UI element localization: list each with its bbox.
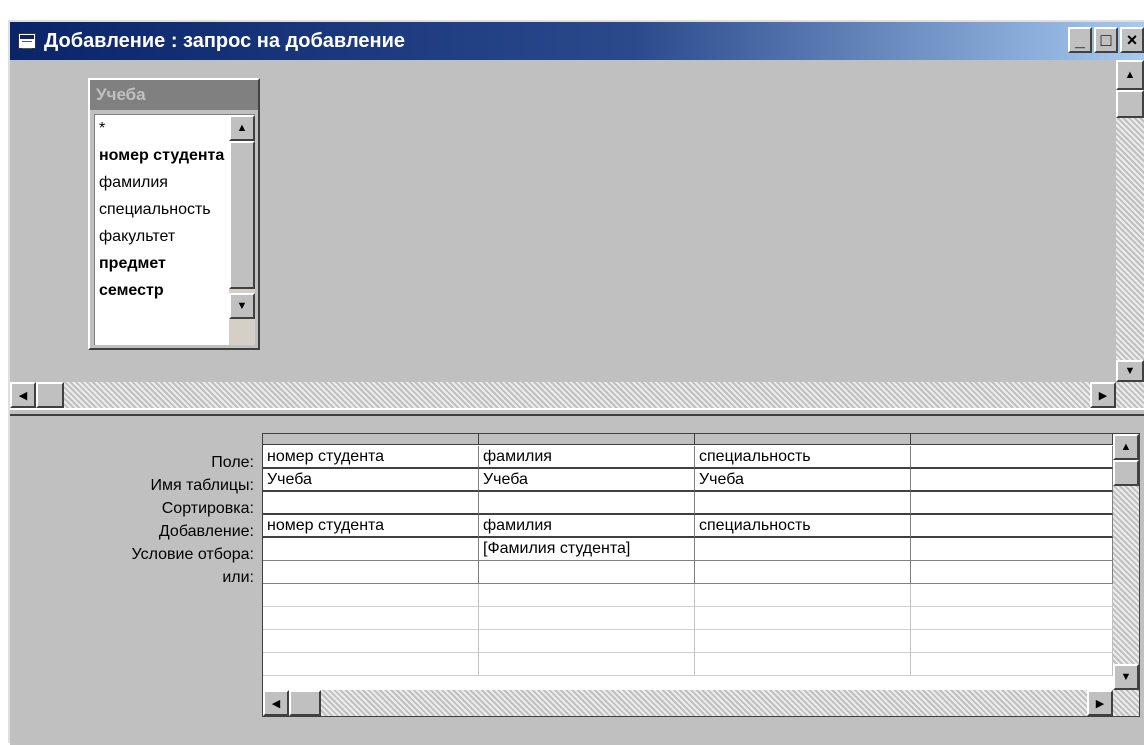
arrow-up-icon[interactable]: ▲ — [229, 115, 255, 141]
arrow-up-icon[interactable]: ▲ — [1116, 60, 1144, 90]
window-title: Добавление : запрос на добавление — [44, 29, 406, 52]
grid-row-label: Добавление: — [158, 523, 254, 540]
grid-cell-empty[interactable] — [479, 653, 695, 676]
grid-row-label: Сортировка: — [161, 500, 254, 517]
grid-cell-criteria[interactable] — [263, 538, 479, 561]
grid-cell-append[interactable]: фамилия — [479, 515, 695, 538]
grid-row-labels: Поле: Имя таблицы: Сортировка: Добавление: У… — [10, 450, 254, 588]
field-list-item[interactable]: семестр — [95, 277, 227, 304]
grid-cell-empty[interactable] — [695, 584, 911, 607]
arrow-left-icon[interactable]: ◀ — [263, 690, 289, 716]
query-window-icon[interactable] — [18, 33, 36, 49]
arrow-right-icon[interactable]: ▶ — [1090, 382, 1116, 408]
grid-cell-field[interactable] — [911, 446, 1113, 469]
grid-column-selector[interactable] — [911, 434, 1113, 445]
grid-cell-append[interactable]: номер студента — [263, 515, 479, 538]
grid-cell-empty[interactable] — [479, 607, 695, 630]
field-list-item[interactable]: специальность — [95, 196, 227, 223]
grid-hscroll[interactable] — [263, 690, 1139, 716]
arrow-left-icon[interactable]: ◀ — [10, 382, 36, 408]
grid-cell-sort[interactable] — [263, 492, 479, 515]
table-pane[interactable]: Учеба * номер студента фамилия специальност… — [10, 60, 1144, 408]
grid-cell-table[interactable] — [911, 469, 1113, 492]
field-list-item[interactable]: предмет — [95, 250, 227, 277]
grid-row-label: или: — [222, 569, 254, 586]
field-list-scrollbar[interactable]: ▲ ▼ — [229, 115, 255, 345]
field-list-window[interactable]: Учеба * номер студента фамилия специальност… — [88, 78, 260, 350]
grid-cell-empty[interactable] — [911, 584, 1113, 607]
grid-cell-sort[interactable] — [479, 492, 695, 515]
grid-row-label: Имя таблицы: — [150, 477, 254, 494]
grid-cell-append[interactable]: специальность — [695, 515, 911, 538]
close-button[interactable]: × — [1120, 27, 1144, 53]
grid-cell-empty[interactable] — [911, 607, 1113, 630]
field-list-item[interactable]: фамилия — [95, 169, 227, 196]
window-controls: _ □ × — [1068, 27, 1144, 53]
grid-row-label: Условие отбора: — [131, 546, 254, 563]
arrow-up-icon[interactable]: ▲ — [1113, 434, 1139, 460]
grid-cell-empty[interactable] — [263, 653, 479, 676]
grid-cell-table[interactable]: Учеба — [479, 469, 695, 492]
field-list-body[interactable]: * номер студента фамилия специальность факул… — [94, 114, 255, 345]
arrow-right-icon[interactable]: ▶ — [1087, 690, 1113, 716]
grid-cell-append[interactable] — [911, 515, 1113, 538]
grid-cell-or[interactable] — [695, 561, 911, 584]
grid-cell-field[interactable]: номер студента — [263, 446, 479, 469]
grid-cell-empty[interactable] — [695, 607, 911, 630]
query-design-grid[interactable]: ▲ ▼ ◀ ▶ номер студента Учеба номер студент… — [262, 433, 1140, 717]
grid-cell-empty[interactable] — [479, 584, 695, 607]
grid-column-selector[interactable] — [695, 434, 911, 445]
grid-cell-empty[interactable] — [695, 630, 911, 653]
query-design-window: Добавление : запрос на добавление _ □ × … — [8, 20, 1144, 745]
grid-cell-empty[interactable] — [263, 607, 479, 630]
grid-cell-empty[interactable] — [911, 653, 1113, 676]
pane-splitter[interactable] — [10, 408, 1144, 416]
grid-cell-empty[interactable] — [263, 584, 479, 607]
grid-cell-empty[interactable] — [695, 653, 911, 676]
title-bar[interactable]: Добавление : запрос на добавление _ □ × — [10, 22, 1144, 60]
field-list-item[interactable]: факультет — [95, 223, 227, 250]
arrow-down-icon[interactable]: ▼ — [1113, 664, 1139, 690]
field-list-scroll-thumb[interactable] — [229, 141, 255, 289]
grid-cell-table[interactable]: Учеба — [695, 469, 911, 492]
grid-cell-sort[interactable] — [911, 492, 1113, 515]
grid-cell-or[interactable] — [911, 561, 1113, 584]
grid-cell-criteria[interactable]: [Фамилия студента] — [479, 538, 695, 561]
grid-hscroll-thumb[interactable] — [289, 690, 321, 716]
table-pane-hscroll[interactable] — [10, 382, 1144, 408]
minimize-button[interactable]: _ — [1068, 27, 1092, 53]
table-pane-hscroll-thumb[interactable] — [36, 382, 64, 408]
grid-column-selector[interactable] — [479, 434, 695, 445]
arrow-down-icon[interactable]: ▼ — [229, 293, 255, 319]
field-list-title[interactable]: Учеба — [90, 80, 258, 110]
maximize-button[interactable]: □ — [1094, 27, 1118, 53]
grid-vscroll-thumb[interactable] — [1113, 460, 1139, 486]
grid-cell-empty[interactable] — [911, 630, 1113, 653]
field-list-item[interactable]: номер студента — [95, 142, 227, 169]
grid-cell-criteria[interactable] — [695, 538, 911, 561]
arrow-down-icon[interactable]: ▼ — [1116, 360, 1144, 382]
table-pane-vscroll-thumb[interactable] — [1116, 90, 1144, 118]
grid-cell-field[interactable]: специальность — [695, 446, 911, 469]
field-list-item[interactable]: * — [95, 115, 227, 142]
grid-cell-sort[interactable] — [695, 492, 911, 515]
grid-cell-field[interactable]: фамилия — [479, 446, 695, 469]
grid-cell-table[interactable]: Учеба — [263, 469, 479, 492]
design-grid-pane: Поле: Имя таблицы: Сортировка: Добавление: У… — [10, 416, 1144, 745]
grid-column-selector[interactable] — [263, 434, 479, 445]
grid-cell-empty[interactable] — [263, 630, 479, 653]
grid-row-label: Поле: — [211, 454, 254, 471]
grid-cell-empty[interactable] — [479, 630, 695, 653]
grid-cell-criteria[interactable] — [911, 538, 1113, 561]
grid-cell-or[interactable] — [479, 561, 695, 584]
grid-cell-or[interactable] — [263, 561, 479, 584]
